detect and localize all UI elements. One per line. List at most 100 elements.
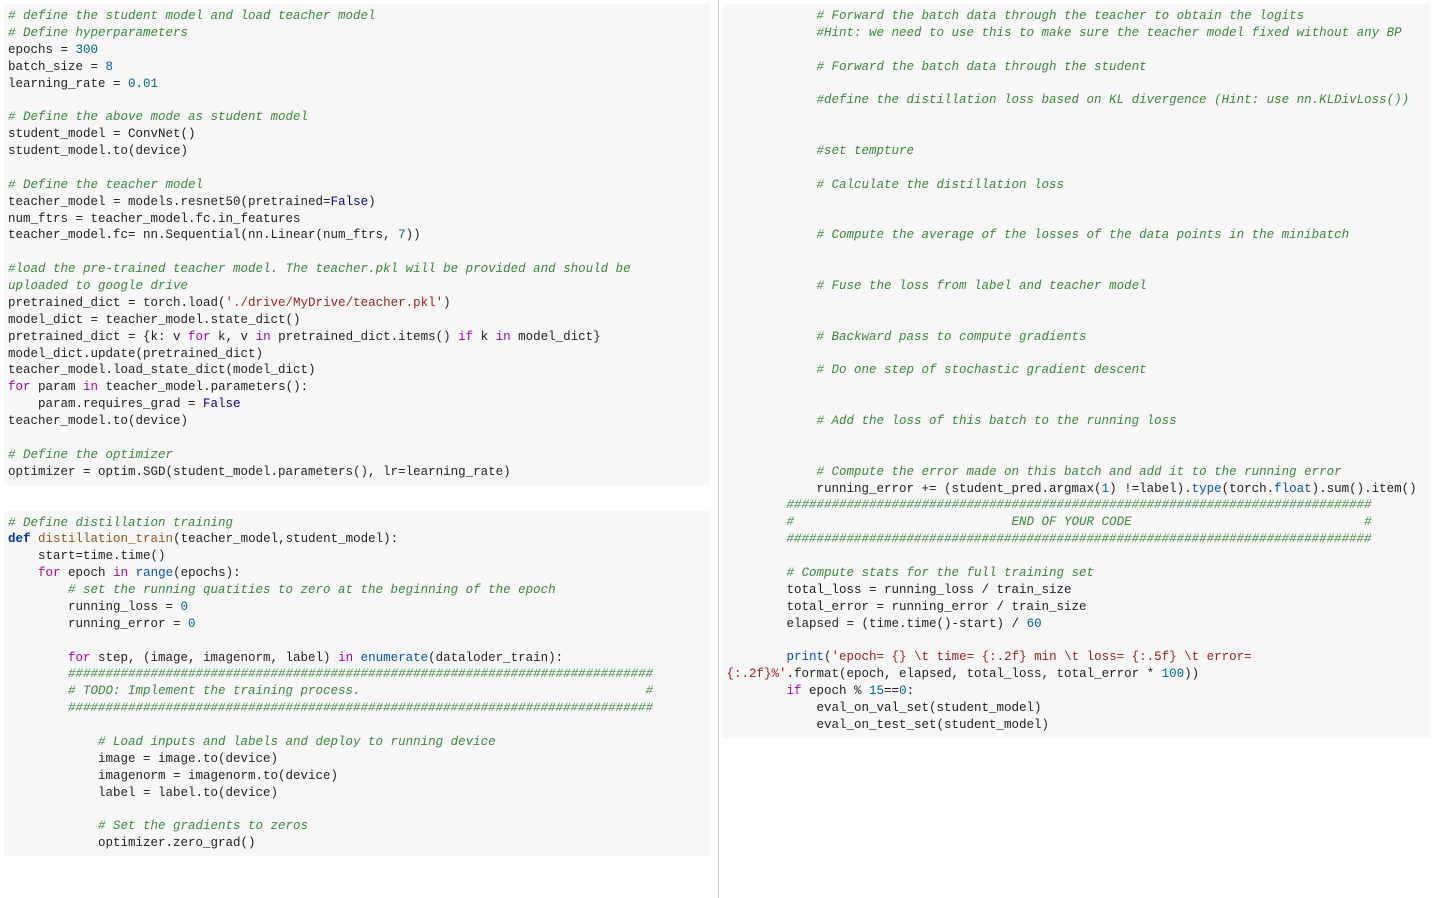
num: 0 xyxy=(188,617,196,631)
code: optimizer.zero_grad() xyxy=(8,836,256,850)
code: teacher_model.load_state_dict(model_dict… xyxy=(8,363,316,377)
comment: # Calculate the distillation loss xyxy=(727,178,1065,192)
kw: for xyxy=(188,330,211,344)
comment: ########################################… xyxy=(8,701,653,715)
string: './drive/MyDrive/teacher.pkl' xyxy=(226,296,444,310)
code: ) xyxy=(368,195,376,209)
comment: # Define the teacher model xyxy=(8,178,203,192)
kw: for xyxy=(8,566,61,580)
code: student_model.to(device) xyxy=(8,144,188,158)
comment: # set the running quatities to zero at t… xyxy=(8,583,556,597)
left-column: # define the student model and load teac… xyxy=(0,0,718,898)
code: epoch xyxy=(61,566,114,580)
num: 60 xyxy=(1027,617,1042,631)
num: 8 xyxy=(106,60,114,74)
code: ) !=label). xyxy=(1109,482,1192,496)
code: num_ftrs = teacher_model.fc.in_features xyxy=(8,212,301,226)
code: (dataloder_train): xyxy=(428,651,563,665)
sp xyxy=(128,566,136,580)
num: 100 xyxy=(1162,667,1185,681)
comment: # Compute the average of the losses of t… xyxy=(727,228,1350,242)
num: 0 xyxy=(899,684,907,698)
code: model_dict.update(pretrained_dict) xyxy=(8,347,263,361)
code: : xyxy=(907,684,915,698)
num: 1 xyxy=(1102,482,1110,496)
code: epoch % xyxy=(802,684,870,698)
code: pretrained_dict.items() xyxy=(271,330,459,344)
comment: # Forward the batch data through the tea… xyxy=(727,9,1305,23)
code: ( xyxy=(824,650,832,664)
kw-def: def xyxy=(8,532,31,546)
kw: for xyxy=(8,380,31,394)
comment: #Hint: we need to use this to make sure … xyxy=(727,26,1402,40)
builtin: enumerate xyxy=(361,651,429,665)
kw: if xyxy=(727,684,802,698)
comment: # Define hyperparameters xyxy=(8,26,188,40)
code: teacher_model.parameters(): xyxy=(98,380,308,394)
code: image = image.to(device) xyxy=(8,752,278,766)
kw: in xyxy=(496,330,511,344)
num: 300 xyxy=(76,43,99,57)
code: )) xyxy=(1184,667,1199,681)
code: k, v xyxy=(211,330,256,344)
code: == xyxy=(884,684,899,698)
comment: #set tempture xyxy=(727,144,915,158)
comment: # END OF YOUR CODE # xyxy=(727,515,1372,529)
code: running_error += (student_pred.argmax( xyxy=(727,482,1102,496)
code: eval_on_val_set(student_model) xyxy=(727,701,1042,715)
string: {:.2f}%' xyxy=(727,667,787,681)
right-column: # Forward the batch data through the tea… xyxy=(719,0,1438,898)
builtin: range xyxy=(136,566,174,580)
comment: # TODO: Implement the training process. … xyxy=(8,684,653,698)
comment: # Fuse the loss from label and teacher m… xyxy=(727,279,1147,293)
code-cell-1[interactable]: # define the student model and load teac… xyxy=(4,4,710,485)
code: )) xyxy=(406,228,421,242)
builtin: type xyxy=(1192,482,1222,496)
comment: # Add the loss of this batch to the runn… xyxy=(727,414,1177,428)
code: model_dict = teacher_model.state_dict() xyxy=(8,313,301,327)
bool: False xyxy=(203,397,241,411)
code: running_loss = xyxy=(8,600,181,614)
comment: # Compute stats for the full training se… xyxy=(727,566,1095,580)
comment: # define the student model and load teac… xyxy=(8,9,376,23)
comment: ########################################… xyxy=(727,532,1372,546)
code: k xyxy=(473,330,496,344)
comment: #define the distillation loss based on K… xyxy=(727,93,1410,107)
code: (epochs): xyxy=(173,566,241,580)
code-cell-2[interactable]: # Define distillation training def disti… xyxy=(4,511,710,857)
code: (torch. xyxy=(1222,482,1275,496)
kw: for xyxy=(8,651,91,665)
code: eval_on_test_set(student_model) xyxy=(727,718,1050,732)
num: 0.01 xyxy=(128,77,158,91)
comment: # Define the above mode as student model xyxy=(8,110,308,124)
code: (teacher_model,student_model): xyxy=(173,532,398,546)
code-cell-3[interactable]: # Forward the batch data through the tea… xyxy=(723,4,1431,738)
comment: # Load inputs and labels and deploy to r… xyxy=(8,735,496,749)
comment: # Compute the error made on this batch a… xyxy=(727,465,1342,479)
comment: uploaded to google drive xyxy=(8,279,188,293)
comment: # Forward the batch data through the stu… xyxy=(727,60,1147,74)
code: running_error = xyxy=(8,617,188,631)
sp xyxy=(353,651,361,665)
builtin: float xyxy=(1274,482,1312,496)
num: 7 xyxy=(398,228,406,242)
two-column-layout: # define the student model and load teac… xyxy=(0,0,1438,898)
bool: False xyxy=(331,195,369,209)
code: ).sum().item() xyxy=(1312,482,1417,496)
kw: in xyxy=(83,380,98,394)
num: 0 xyxy=(181,600,189,614)
code: pretrained_dict = {k: v xyxy=(8,330,188,344)
code: param.requires_grad = xyxy=(8,397,203,411)
comment: # Do one step of stochastic gradient des… xyxy=(727,363,1147,377)
code: ) xyxy=(443,296,451,310)
code: learning_rate = xyxy=(8,77,128,91)
code: label = label.to(device) xyxy=(8,786,278,800)
code: teacher_model.fc= nn.Sequential(nn.Linea… xyxy=(8,228,398,242)
code: elapsed = (time.time()-start) / xyxy=(727,617,1027,631)
builtin: print xyxy=(727,650,825,664)
comment: #load the pre-trained teacher model. The… xyxy=(8,262,631,276)
code: teacher_model.to(device) xyxy=(8,414,188,428)
code: epochs = xyxy=(8,43,76,57)
code: step, (image, imagenorm, label) xyxy=(91,651,339,665)
fn-name: distillation_train xyxy=(38,532,173,546)
